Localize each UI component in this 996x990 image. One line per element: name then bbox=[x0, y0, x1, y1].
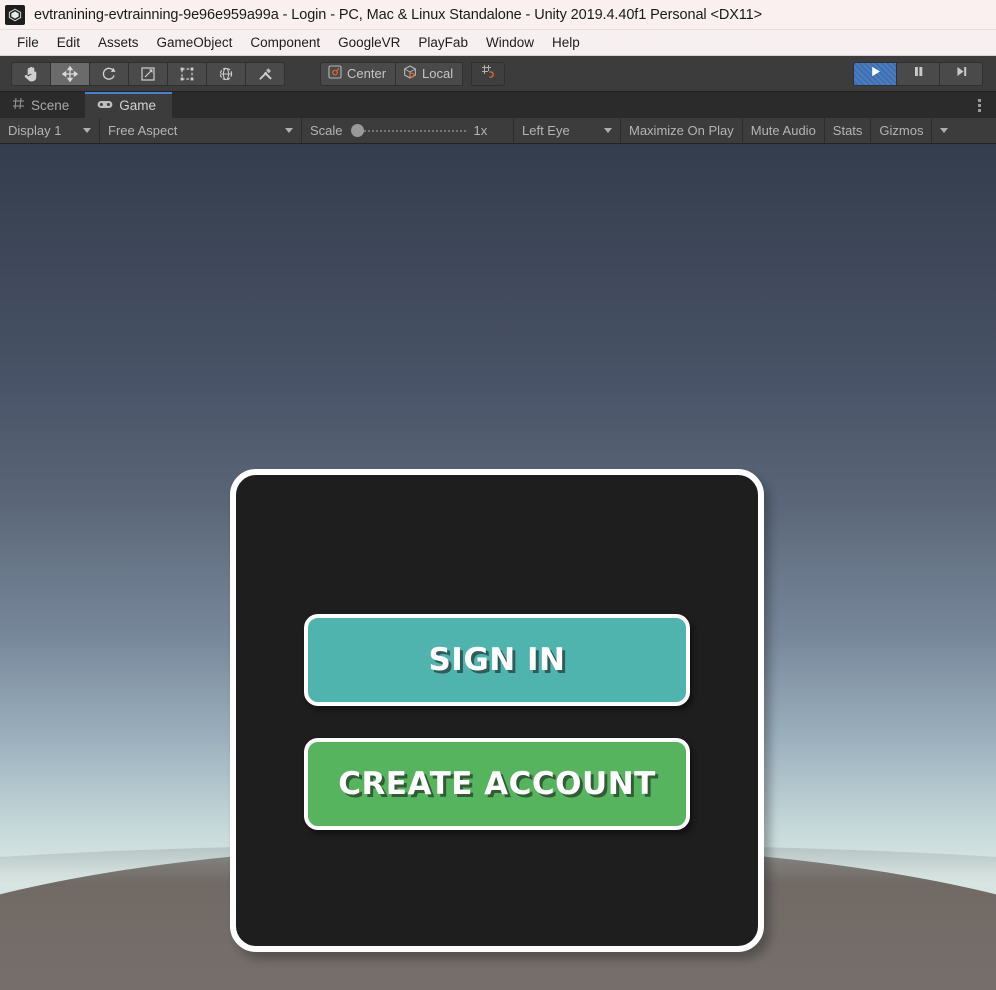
move-tool-icon bbox=[62, 65, 78, 82]
scale-slider[interactable] bbox=[350, 124, 466, 137]
scale-label: Scale bbox=[310, 123, 343, 138]
display-dropdown-label: Display 1 bbox=[8, 123, 62, 138]
gizmos-dropdown[interactable] bbox=[932, 118, 956, 143]
mute-audio-toggle[interactable]: Mute Audio bbox=[743, 118, 825, 143]
play-button[interactable] bbox=[853, 62, 897, 86]
unity-editor-window: evtranining-evtrainning-9e96e959a99a - L… bbox=[0, 0, 996, 990]
eye-dropdown-label: Left Eye bbox=[522, 123, 570, 138]
rect-tool-button[interactable] bbox=[167, 61, 207, 86]
stats-label: Stats bbox=[832, 123, 863, 138]
step-icon bbox=[955, 65, 968, 83]
maximize-on-play-toggle[interactable]: Maximize On Play bbox=[621, 118, 743, 143]
handle-local-icon bbox=[402, 64, 418, 83]
tab-scene-label: Scene bbox=[31, 97, 70, 113]
tab-scene[interactable]: Scene bbox=[0, 92, 85, 118]
play-icon bbox=[869, 65, 882, 83]
custom-editor-tool-button[interactable] bbox=[245, 61, 285, 86]
unity-logo-icon bbox=[5, 4, 25, 25]
move-tool-button[interactable] bbox=[50, 61, 90, 86]
menu-item-edit[interactable]: Edit bbox=[48, 33, 89, 52]
login-panel: SIGN IN CREATE ACCOUNT bbox=[230, 469, 764, 952]
game-view-toolbar: Display 1 Free Aspect Scale 1x Left Eye … bbox=[0, 118, 996, 144]
title-bar: evtranining-evtrainning-9e96e959a99a - L… bbox=[0, 0, 996, 30]
step-button[interactable] bbox=[939, 62, 983, 86]
menu-item-help[interactable]: Help bbox=[543, 33, 589, 52]
custom-editor-tool-icon bbox=[257, 66, 273, 82]
gizmos-label: Gizmos bbox=[879, 123, 924, 138]
pivot-handle-group: Center Local bbox=[320, 61, 506, 86]
aspect-dropdown-label: Free Aspect bbox=[108, 123, 178, 138]
create-account-label: CREATE ACCOUNT bbox=[338, 765, 656, 802]
menu-bar: File Edit Assets GameObject Component Go… bbox=[0, 30, 996, 56]
more-options-icon[interactable] bbox=[970, 92, 988, 118]
handle-rotation-button[interactable]: Local bbox=[395, 61, 464, 86]
transform-tools-group bbox=[11, 61, 285, 86]
create-account-button[interactable]: CREATE ACCOUNT bbox=[304, 737, 690, 830]
chevron-down-icon bbox=[940, 128, 949, 133]
rect-tool-icon bbox=[179, 66, 195, 82]
grid-snapping-button[interactable] bbox=[471, 61, 506, 86]
mute-audio-label: Mute Audio bbox=[750, 123, 816, 138]
menu-item-playfab[interactable]: PlayFab bbox=[409, 33, 477, 52]
scale-value: 1x bbox=[473, 123, 488, 138]
menu-item-gameobject[interactable]: GameObject bbox=[148, 33, 242, 52]
scene-grid-icon bbox=[12, 97, 25, 113]
scale-tool-button[interactable] bbox=[128, 61, 168, 86]
hand-tool-button[interactable] bbox=[11, 61, 51, 86]
tab-game-label: Game bbox=[119, 97, 157, 113]
chevron-down-icon bbox=[285, 128, 293, 133]
handle-rotation-label: Local bbox=[422, 66, 454, 81]
game-view[interactable]: SIGN IN CREATE ACCOUNT bbox=[0, 144, 996, 990]
eye-dropdown[interactable]: Left Eye bbox=[514, 118, 621, 143]
rotate-tool-button[interactable] bbox=[89, 61, 129, 86]
aspect-dropdown[interactable]: Free Aspect bbox=[100, 118, 302, 143]
display-dropdown[interactable]: Display 1 bbox=[0, 118, 100, 143]
scale-tool-icon bbox=[140, 66, 156, 82]
pause-icon bbox=[912, 65, 925, 83]
window-title: evtranining-evtrainning-9e96e959a99a - L… bbox=[34, 6, 762, 23]
menu-item-window[interactable]: Window bbox=[477, 33, 543, 52]
pivot-center-icon bbox=[327, 64, 343, 83]
pause-button[interactable] bbox=[896, 62, 940, 86]
main-toolbar: Center Local bbox=[0, 56, 996, 92]
scale-slider-track[interactable] bbox=[363, 129, 466, 132]
scale-slider-control[interactable]: Scale 1x bbox=[302, 118, 514, 143]
gizmos-button[interactable]: Gizmos bbox=[871, 118, 933, 143]
grid-snapping-icon bbox=[480, 63, 496, 84]
maximize-on-play-label: Maximize On Play bbox=[629, 123, 734, 138]
menu-item-googlevr[interactable]: GoogleVR bbox=[329, 33, 409, 52]
pivot-mode-button[interactable]: Center bbox=[320, 61, 397, 86]
transform-tool-button[interactable] bbox=[206, 61, 246, 86]
menu-item-component[interactable]: Component bbox=[241, 33, 329, 52]
playmode-controls bbox=[853, 62, 983, 86]
menu-item-file[interactable]: File bbox=[8, 33, 48, 52]
hand-tool-icon bbox=[24, 66, 39, 82]
stats-toggle[interactable]: Stats bbox=[825, 118, 872, 143]
view-tab-bar: Scene Game bbox=[0, 92, 996, 118]
rotate-tool-icon bbox=[101, 66, 117, 82]
sign-in-label: SIGN IN bbox=[428, 641, 566, 678]
pivot-mode-label: Center bbox=[347, 66, 387, 81]
chevron-down-icon bbox=[604, 128, 612, 133]
scale-slider-knob[interactable] bbox=[350, 124, 364, 137]
chevron-down-icon bbox=[83, 128, 91, 133]
transform-tool-icon bbox=[218, 66, 234, 82]
gamepad-icon bbox=[97, 98, 113, 113]
sign-in-button[interactable]: SIGN IN bbox=[304, 613, 690, 706]
tab-game[interactable]: Game bbox=[85, 92, 173, 118]
menu-item-assets[interactable]: Assets bbox=[89, 33, 148, 52]
